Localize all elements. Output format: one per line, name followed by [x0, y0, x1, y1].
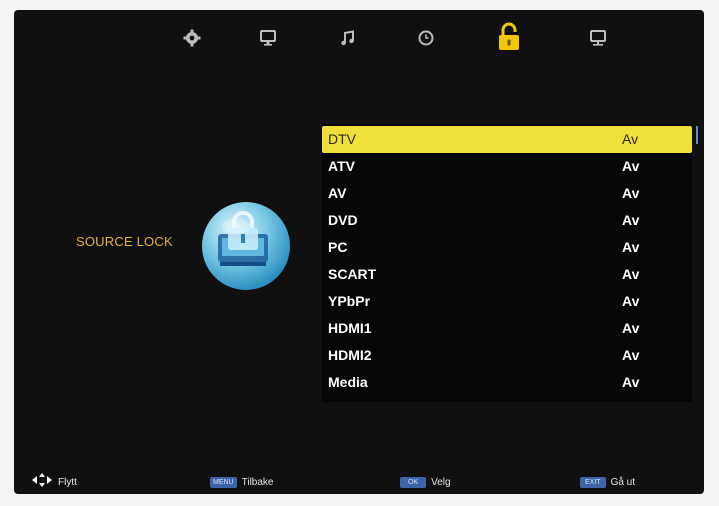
footer-back-label: Tilbake: [241, 476, 274, 488]
source-name: DTV: [328, 131, 356, 147]
source-row-media[interactable]: Media Av: [322, 369, 692, 396]
footer-move-label: Flytt: [58, 476, 77, 488]
tv-screen: SOURCE LOCK DTV Av ATV Av AV Av DVD Av P…: [14, 10, 704, 494]
source-name: AV: [328, 185, 347, 201]
source-lock-value: Av: [622, 347, 640, 363]
source-row-hdmi1[interactable]: HDMI1 Av: [322, 315, 692, 342]
source-name: HDMI1: [328, 320, 372, 336]
source-name: ATV: [328, 158, 355, 174]
source-lock-value: Av: [622, 212, 640, 228]
ok-key: OK: [400, 476, 427, 488]
clock-icon[interactable]: [412, 24, 440, 52]
source-list: DTV Av ATV Av AV Av DVD Av PC Av SCART A…: [322, 124, 692, 402]
source-row-ypbpr[interactable]: YPbPr Av: [322, 288, 692, 315]
source-row-pc[interactable]: PC Av: [322, 234, 692, 261]
source-name: PC: [328, 239, 348, 255]
dpad-arrows-icon: [32, 472, 52, 492]
source-lock-value: Av: [622, 374, 640, 390]
source-lock-value: Av: [622, 293, 640, 309]
source-name: SCART: [328, 266, 377, 282]
footer-exit-hint: EXIT Gå ut: [580, 474, 635, 490]
source-lock-value: Av: [622, 185, 640, 201]
exit-key: EXIT: [580, 476, 606, 488]
source-row-dtv[interactable]: DTV Av: [322, 126, 692, 153]
gear-icon[interactable]: [178, 24, 206, 52]
music-note-icon[interactable]: [334, 24, 362, 52]
menu-key: MENU: [210, 476, 237, 488]
page-title: SOURCE LOCK: [76, 234, 173, 249]
source-name: HDMI2: [328, 347, 372, 363]
footer-move-hint: Flytt: [32, 472, 77, 492]
source-name: DVD: [328, 212, 358, 228]
source-row-scart[interactable]: SCART Av: [322, 261, 692, 288]
footer-select-label: Velg: [431, 476, 451, 488]
source-name: Media: [328, 374, 368, 390]
padlock-icon[interactable]: [494, 20, 524, 54]
footer-back-hint: MENU Tilbake: [210, 474, 274, 490]
source-name: YPbPr: [328, 293, 371, 309]
source-lock-value: Av: [622, 158, 640, 174]
source-lock-value: Av: [622, 131, 639, 147]
source-lock-illustration-icon: [200, 200, 292, 292]
source-lock-value: Av: [622, 239, 640, 255]
footer-hint-bar: Flytt MENU Tilbake OK Velg EXIT Gå ut: [14, 470, 704, 494]
source-row-dvd[interactable]: DVD Av: [322, 207, 692, 234]
footer-select-hint: OK Velg: [400, 474, 451, 490]
footer-exit-label: Gå ut: [610, 476, 636, 488]
monitor-icon[interactable]: [254, 24, 282, 52]
display-icon[interactable]: [584, 24, 612, 52]
scrollbar[interactable]: [696, 126, 698, 144]
menu-tab-bar: [14, 10, 704, 70]
source-lock-value: Av: [622, 320, 640, 336]
source-row-av[interactable]: AV Av: [322, 180, 692, 207]
source-row-atv[interactable]: ATV Av: [322, 153, 692, 180]
source-row-hdmi2[interactable]: HDMI2 Av: [322, 342, 692, 369]
source-lock-value: Av: [622, 266, 640, 282]
